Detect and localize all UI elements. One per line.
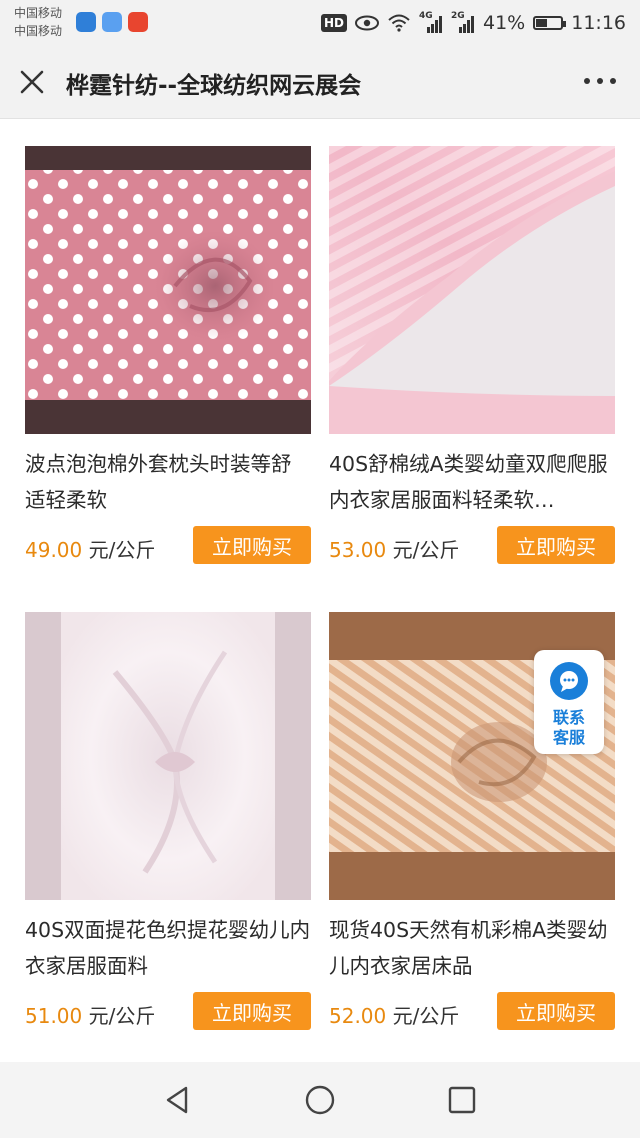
battery-percent: 41% (483, 12, 526, 34)
chat-bubble-icon (550, 662, 588, 700)
price-unit: 元/公斤 (88, 1004, 156, 1028)
product-price: 49.00 元/公斤 (25, 534, 155, 563)
product-name[interactable]: 40S双面提花色织提花婴幼儿内衣家居服面料 (25, 912, 311, 984)
contact-label-line-1: 联系 (552, 708, 585, 727)
more-options-icon[interactable] (584, 78, 616, 86)
wifi-icon (388, 14, 410, 32)
signal-4g: 4G (419, 11, 443, 33)
home-icon[interactable] (303, 1083, 337, 1117)
product-price: 51.00 元/公斤 (25, 1000, 155, 1029)
buy-now-button[interactable]: 立即购买 (497, 992, 615, 1030)
clock-time: 11:16 (571, 12, 626, 34)
recent-apps-icon[interactable] (448, 1086, 476, 1114)
navigation-bar (0, 1062, 640, 1138)
signal-bars-icon (459, 16, 474, 33)
battery-icon (533, 16, 567, 30)
product-name[interactable]: 波点泡泡棉外套枕头时装等舒适轻柔软 (25, 446, 311, 518)
hd-badge: HD (320, 14, 347, 32)
price-value: 49.00 (25, 538, 83, 562)
contact-customer-service-button[interactable]: 联系 客服 (534, 650, 604, 754)
buy-now-button[interactable]: 立即购买 (193, 526, 311, 564)
price-value: 53.00 (329, 538, 387, 562)
carrier-name-2: 中国移动 (14, 24, 63, 38)
shopping-app-icon (128, 12, 148, 32)
price-value: 51.00 (25, 1004, 83, 1028)
product-image[interactable] (329, 146, 615, 434)
title-bar: 桦霆针纺--全球纺织网云展会 (0, 48, 640, 119)
back-icon[interactable] (162, 1084, 194, 1116)
close-icon[interactable] (18, 68, 46, 96)
signal-bars-icon (427, 16, 442, 33)
signal-2g: 2G (451, 11, 475, 33)
page-title: 桦霆针纺--全球纺织网云展会 (66, 73, 362, 99)
shield-app-icon (76, 12, 96, 32)
buy-now-button[interactable]: 立即购买 (193, 992, 311, 1030)
price-unit: 元/公斤 (392, 538, 460, 562)
product-image[interactable] (25, 146, 311, 434)
product-image[interactable] (25, 612, 311, 900)
price-unit: 元/公斤 (392, 1004, 460, 1028)
product-name[interactable]: 40S舒棉绒A类婴幼童双爬爬服内衣家居服面料轻柔软… (329, 446, 615, 518)
price-unit: 元/公斤 (88, 538, 156, 562)
product-price: 53.00 元/公斤 (329, 534, 459, 563)
carrier-name-1: 中国移动 (14, 6, 63, 20)
contact-label-line-2: 客服 (552, 728, 585, 747)
product-name[interactable]: 现货40S天然有机彩棉A类婴幼儿内衣家居床品 (329, 912, 615, 984)
status-bar: 中国移动 中国移动 HD 4G 2G 41% 11:16 (0, 0, 640, 48)
eye-icon (355, 15, 379, 31)
music-app-icon (102, 12, 122, 32)
price-value: 52.00 (329, 1004, 387, 1028)
product-price: 52.00 元/公斤 (329, 1000, 459, 1029)
buy-now-button[interactable]: 立即购买 (497, 526, 615, 564)
battery-fill (536, 19, 547, 27)
